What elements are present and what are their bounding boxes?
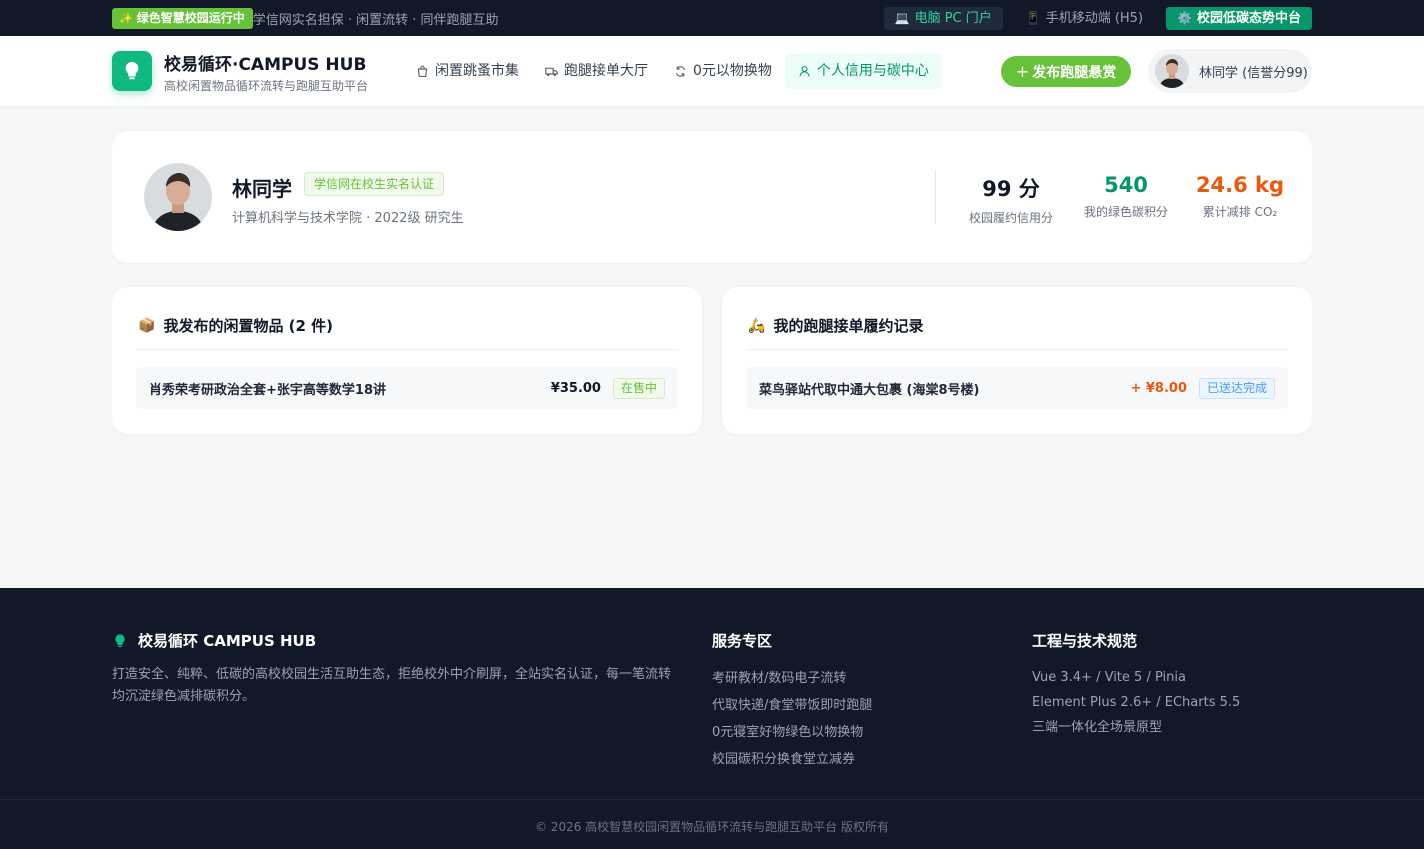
footer-link[interactable]: 考研教材/数码电子流转 <box>712 665 872 692</box>
eco-dashboard-label: 校园低碳态势中台 <box>1196 10 1301 26</box>
carbon-points-value: 540 <box>1104 173 1148 197</box>
nav-errand[interactable]: 跑腿接单大厅 <box>532 53 661 89</box>
profile-name: 林同学 <box>232 177 292 201</box>
divider <box>746 349 1288 350</box>
profile-avatar <box>144 163 212 231</box>
plus-icon: + <box>1015 62 1030 81</box>
avatar <box>1155 54 1189 88</box>
status-badge: 已送达完成 <box>1198 377 1275 399</box>
nav-market-label: 闲置跳蚤市集 <box>435 63 519 79</box>
publish-errand-label: 发布跑腿悬赏 <box>1032 64 1117 81</box>
pc-portal-link[interactable]: 💻 电脑 PC 门户 <box>883 6 1003 30</box>
scooter-icon: 🛵 <box>748 317 766 334</box>
brand-title: 校易循环·CAMPUS HUB <box>164 55 367 75</box>
footer: 校易循环 CAMPUS HUB 打造安全、纯粹、低碳的高校校园生活互助生态，拒绝… <box>0 588 1424 849</box>
list-item[interactable]: 肖秀荣考研政治全套+张宇高等数学18讲 ¥35.00 在售中 <box>136 367 678 409</box>
errand-reward: + ¥8.00 <box>1130 380 1187 396</box>
mobile-h5-label: 手机移动端 (H5) <box>1045 10 1144 26</box>
user-menu[interactable]: 林同学 (信誉分99) <box>1148 49 1312 93</box>
shopping-bag-icon <box>417 65 428 77</box>
footer-tech-title: 工程与技术规范 <box>1032 632 1138 650</box>
copyright: © 2026 高校智慧校园闲置物品循环流转与跑腿互助平台 版权所有 <box>535 820 889 834</box>
my-items-title: 📦 我发布的闲置物品 (2 件) <box>138 315 333 336</box>
nav-swap-label: 0元以物换物 <box>693 63 772 79</box>
footer-description: 打造安全、纯粹、低碳的高校校园生活互助生态，拒绝校外中介刷屏，全站实名认证，每一… <box>112 667 672 704</box>
main-nav: 闲置跳蚤市集 跑腿接单大厅 0元以物换物 个人信用与碳中心 <box>403 53 942 89</box>
laptop-icon: 💻 <box>894 10 910 25</box>
footer-link[interactable]: 代取快递/食堂带饭即时跑腿 <box>712 692 872 719</box>
footer-tech-item: Element Plus 2.6+ / ECharts 5.5 <box>1032 695 1241 710</box>
nav-market[interactable]: 闲置跳蚤市集 <box>403 53 532 89</box>
footer-divider <box>0 799 1424 800</box>
profile-department: 计算机科学与技术学院 · 2022级 研究生 <box>232 211 464 226</box>
phone-icon: 📱 <box>1025 10 1041 25</box>
my-items-card: 📦 我发布的闲置物品 (2 件) 肖秀荣考研政治全套+张宇高等数学18讲 ¥35… <box>112 287 702 434</box>
status-badge-label: 绿色智慧校园运行中 <box>136 10 245 25</box>
main-header: 校易循环·CAMPUS HUB 高校闲置物品循环流转与跑腿互助平台 闲置跳蚤市集… <box>0 36 1424 107</box>
nav-swap[interactable]: 0元以物换物 <box>661 53 785 89</box>
my-errands-card: 🛵 我的跑腿接单履约记录 菜鸟驿站代取中通大包裹 (海棠8号楼) + ¥8.00… <box>722 287 1312 434</box>
footer-link[interactable]: 0元寝室好物绿色以物换物 <box>712 719 872 746</box>
co2-reduction-stat: 24.6 kg 累计减排 CO₂ <box>1194 173 1286 220</box>
lightbulb-icon <box>125 61 139 80</box>
gear-icon: ⚙️ <box>1177 10 1192 25</box>
truck-icon <box>545 67 558 76</box>
top-strip: ✨ 绿色智慧校园运行中 学信网实名担保 · 闲置流转 · 同伴跑腿互助 💻 电脑… <box>0 0 1424 36</box>
logo[interactable] <box>112 51 152 91</box>
my-errands-title: 🛵 我的跑腿接单履约记录 <box>748 315 923 336</box>
footer-services-title: 服务专区 <box>712 632 773 650</box>
nav-credit-label: 个人信用与碳中心 <box>816 63 929 79</box>
my-items-title-label: 我发布的闲置物品 (2 件) <box>163 317 334 335</box>
footer-tech-item: 三端一体化全场景原型 <box>1032 720 1163 735</box>
top-subtitle: 学信网实名担保 · 闲置流转 · 同伴跑腿互助 <box>252 12 499 28</box>
status-badge: ✨ 绿色智慧校园运行中 <box>112 7 253 29</box>
divider <box>136 349 678 350</box>
carbon-points-stat: 540 我的绿色碳积分 <box>1076 173 1176 220</box>
credit-score-stat: 99 分 校园履约信用分 <box>961 173 1061 226</box>
co2-reduction-label: 累计减排 CO₂ <box>1202 205 1278 219</box>
footer-tech-item: Vue 3.4+ / Vite 5 / Pinia <box>1032 670 1186 685</box>
footer-brand: 校易循环 CAMPUS HUB <box>112 630 316 651</box>
verified-tag: 学信网在校生实名认证 <box>304 172 445 196</box>
mobile-h5-link[interactable]: 📱 手机移动端 (H5) <box>1015 7 1154 30</box>
eco-dashboard-link[interactable]: ⚙️ 校园低碳态势中台 <box>1166 6 1312 30</box>
status-badge: 在售中 <box>612 377 665 399</box>
nav-errand-label: 跑腿接单大厅 <box>564 63 648 79</box>
package-icon: 📦 <box>138 317 156 334</box>
footer-brand-label: 校易循环 CAMPUS HUB <box>138 632 317 650</box>
co2-reduction-value: 24.6 kg <box>1195 173 1285 197</box>
stats-divider <box>935 170 936 223</box>
pc-portal-label: 电脑 PC 门户 <box>914 10 992 26</box>
credit-score-label: 校园履约信用分 <box>968 211 1053 225</box>
user-icon <box>799 65 810 76</box>
publish-errand-button[interactable]: + 发布跑腿悬赏 <box>1001 56 1131 87</box>
item-price: ¥35.00 <box>550 380 601 396</box>
footer-tech: 工程与技术规范 Vue 3.4+ / Vite 5 / Pinia Elemen… <box>1032 630 1240 740</box>
brand-subtitle: 高校闲置物品循环流转与跑腿互助平台 <box>164 79 369 93</box>
user-menu-label: 林同学 (信誉分99) <box>1199 65 1308 81</box>
lightbulb-icon <box>115 633 125 647</box>
sparkle-icon: ✨ <box>119 11 133 25</box>
credit-score-value: 99 分 <box>982 177 1040 201</box>
item-name: 肖秀荣考研政治全套+张宇高等数学18讲 <box>149 382 386 398</box>
errand-name: 菜鸟驿站代取中通大包裹 (海棠8号楼) <box>759 382 980 398</box>
refresh-icon <box>675 65 686 77</box>
nav-credit-center[interactable]: 个人信用与碳中心 <box>784 53 942 89</box>
carbon-points-label: 我的绿色碳积分 <box>1083 205 1168 219</box>
list-item[interactable]: 菜鸟驿站代取中通大包裹 (海棠8号楼) + ¥8.00 已送达完成 <box>746 367 1288 409</box>
footer-services: 服务专区 考研教材/数码电子流转 代取快递/食堂带饭即时跑腿 0元寝室好物绿色以… <box>712 630 872 773</box>
my-errands-title-label: 我的跑腿接单履约记录 <box>773 317 924 335</box>
profile-card: 林同学 学信网在校生实名认证 计算机科学与技术学院 · 2022级 研究生 99… <box>112 131 1312 263</box>
footer-link[interactable]: 校园碳积分换食堂立减券 <box>712 746 872 773</box>
